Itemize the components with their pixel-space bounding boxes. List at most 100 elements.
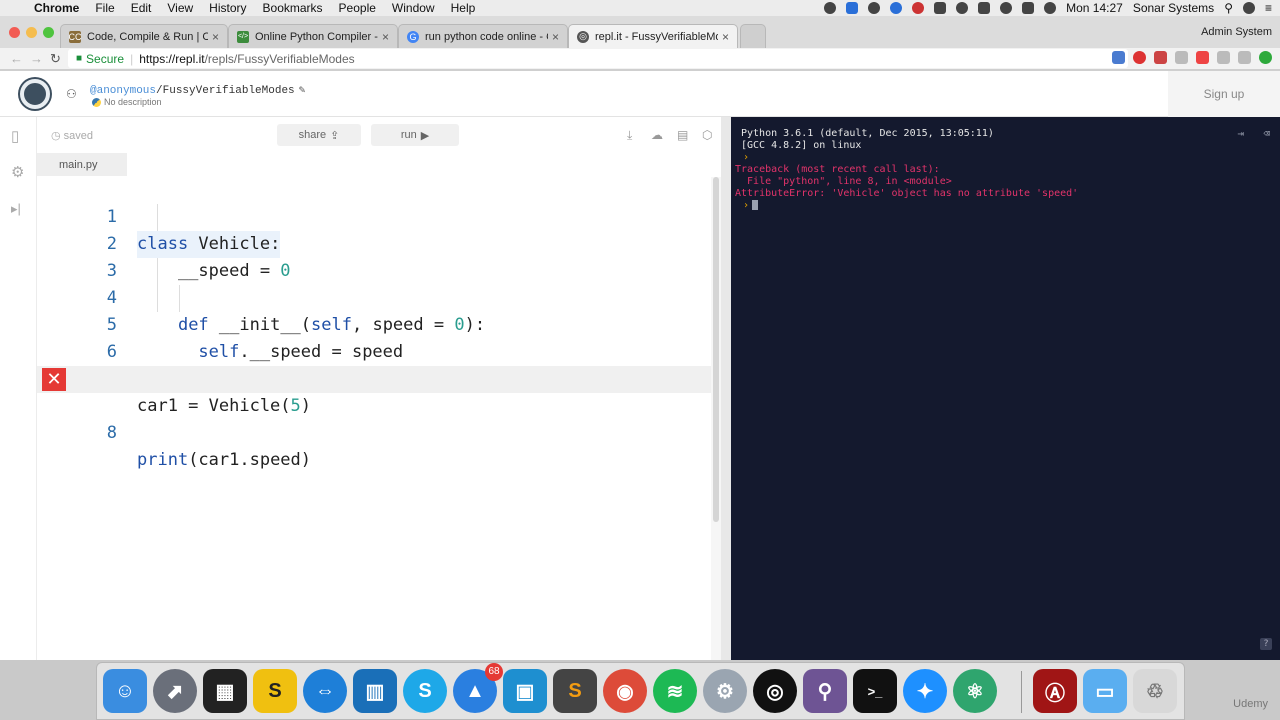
finder-icon[interactable]: ☺ — [103, 669, 147, 713]
close-icon[interactable]: × — [722, 30, 729, 44]
code-line[interactable]: 4 def __init__(self, speed = 0): — [37, 258, 711, 335]
app-icon[interactable]: ▣ — [503, 669, 547, 713]
skype-icon[interactable]: S — [403, 669, 447, 713]
menu-people[interactable]: People — [339, 1, 376, 15]
clock[interactable]: Mon 14:27 — [1066, 1, 1123, 15]
user-name[interactable]: Sonar Systems — [1133, 1, 1214, 15]
browser-tab[interactable]: CC Code, Compile & Run | CodeCh × — [60, 24, 228, 48]
download-icon[interactable]: ⤓ — [627, 128, 632, 143]
menu-file[interactable]: File — [95, 1, 114, 15]
code-line[interactable]: 3 — [37, 231, 711, 281]
menu-view[interactable]: View — [167, 1, 193, 15]
clear-console-icon[interactable]: ⌫ — [1263, 127, 1270, 140]
console-input[interactable]: › — [743, 200, 759, 211]
siri-icon[interactable] — [1242, 2, 1255, 14]
browser-tab[interactable]: </> Online Python Compiler - Onli × — [228, 24, 398, 48]
spotlight-icon[interactable]: ⚲ — [1224, 1, 1233, 15]
status-app-icon[interactable] — [912, 2, 925, 14]
share-button[interactable]: share ⇪ — [277, 124, 361, 146]
eject-icon[interactable] — [1022, 2, 1035, 14]
sublime-text-icon[interactable]: S — [553, 669, 597, 713]
code-area[interactable]: 1 class Vehicle: 2 __speed = 0 3 4 def _… — [37, 177, 711, 660]
downloads-folder-icon[interactable]: ▭ — [1083, 669, 1127, 713]
package-icon[interactable]: ⬡ — [702, 128, 712, 142]
zoom-window-button[interactable] — [43, 27, 54, 38]
cloud-upload-icon[interactable]: ☁ — [651, 128, 663, 142]
opera-icon[interactable] — [1133, 51, 1146, 64]
close-icon[interactable]: × — [212, 30, 219, 44]
status-app-icon[interactable] — [890, 2, 903, 14]
wifi-icon[interactable] — [1000, 2, 1013, 14]
extension-icon[interactable] — [1259, 51, 1272, 64]
files-icon[interactable]: ▯ — [11, 127, 19, 145]
time-machine-icon[interactable] — [956, 2, 969, 14]
save-file-icon[interactable]: ▤ — [677, 128, 688, 142]
help-icon[interactable]: ? — [1260, 638, 1272, 650]
run-panel-icon[interactable]: ▸| — [11, 201, 21, 217]
scrivener-icon[interactable]: S — [253, 669, 297, 713]
status-app-icon[interactable] — [846, 2, 859, 14]
activity-monitor-icon[interactable]: ▦ — [203, 669, 247, 713]
exit-icon[interactable]: ⇥ — [1237, 127, 1244, 140]
obs-icon[interactable]: ◎ — [753, 669, 797, 713]
notification-center-icon[interactable]: ≡ — [1265, 1, 1272, 15]
minimize-window-button[interactable] — [26, 27, 37, 38]
browser-tab[interactable]: G run python code online - Goog × — [398, 24, 568, 48]
trello-icon[interactable]: ▥ — [353, 669, 397, 713]
menu-bookmarks[interactable]: Bookmarks — [263, 1, 323, 15]
extension-icon[interactable] — [1238, 51, 1251, 64]
code-line[interactable]: 6 — [37, 312, 711, 362]
back-icon[interactable]: ← — [10, 51, 23, 66]
reload-icon[interactable]: ↻ — [50, 51, 61, 67]
atom-icon[interactable]: ⚛ — [953, 669, 997, 713]
launchpad-icon[interactable]: ⬈ — [153, 669, 197, 713]
console-pane[interactable]: Python 3.6.1 (default, Dec 2015, 13:05:1… — [731, 117, 1280, 660]
volume-icon[interactable] — [1044, 2, 1057, 14]
run-button[interactable]: run ▶ — [371, 124, 459, 146]
signup-button[interactable]: Sign up — [1168, 71, 1280, 117]
code-line[interactable]: 7 car1 = Vehicle(5) — [37, 339, 711, 416]
settings-gear-icon[interactable]: ⚙ — [11, 163, 24, 181]
menu-app-name[interactable]: Chrome — [34, 1, 79, 15]
safari-icon[interactable]: ✦ — [903, 669, 947, 713]
forward-icon[interactable]: → — [30, 51, 43, 66]
close-window-button[interactable] — [9, 27, 20, 38]
pane-resize-handle[interactable] — [721, 117, 731, 660]
repl-owner-link[interactable]: @anonymous — [90, 85, 156, 97]
system-preferences-icon[interactable]: ⚙ — [703, 669, 747, 713]
code-line-active[interactable]: ✕ 8 print(car1.speed) — [37, 366, 711, 470]
code-line[interactable]: 2 __speed = 0 — [37, 204, 711, 281]
code-line[interactable]: 1 class Vehicle: — [37, 177, 711, 258]
new-tab-button[interactable] — [740, 24, 766, 48]
close-icon[interactable]: × — [382, 30, 389, 44]
trash-icon[interactable]: ♲ — [1133, 669, 1177, 713]
error-x-icon[interactable]: ✕ — [42, 368, 66, 391]
cloud-icon[interactable] — [868, 2, 881, 14]
description-text[interactable]: No description — [104, 97, 162, 107]
chrome-icon[interactable]: ◉ — [603, 669, 647, 713]
browser-tab-active[interactable]: ◎ repl.it - FussyVerifiableModes × — [568, 24, 738, 48]
editor-scrollbar-thumb[interactable] — [713, 177, 719, 522]
menu-edit[interactable]: Edit — [131, 1, 152, 15]
code-line[interactable]: 5 self.__speed = speed — [37, 285, 711, 362]
spotify-icon[interactable]: ≋ — [653, 669, 697, 713]
extension-icon[interactable] — [1175, 51, 1188, 64]
status-app-icon[interactable] — [824, 2, 837, 14]
extension-icon[interactable] — [1112, 51, 1125, 64]
airmail-icon[interactable]: ▲ 68 — [453, 663, 503, 713]
acrobat-icon[interactable]: Ⓐ — [1033, 669, 1077, 713]
address-bar[interactable]: ■ Secure | https://repl.it /repls/FussyV… — [68, 49, 1128, 68]
close-icon[interactable]: × — [552, 30, 559, 44]
edit-pencil-icon[interactable]: ✎ — [299, 85, 306, 97]
extension-icon[interactable] — [1154, 51, 1167, 64]
terminal-icon[interactable]: >_ — [853, 669, 897, 713]
github-desktop-icon[interactable]: ⚲ — [803, 669, 847, 713]
extension-icon[interactable] — [1196, 51, 1209, 64]
repl-name[interactable]: FussyVerifiableModes — [163, 85, 295, 97]
menu-history[interactable]: History — [209, 1, 246, 15]
bluetooth-icon[interactable] — [978, 2, 991, 14]
menu-help[interactable]: Help — [451, 1, 476, 15]
extension-icon[interactable] — [1217, 51, 1230, 64]
status-app-icon[interactable] — [934, 2, 947, 14]
menu-window[interactable]: Window — [392, 1, 435, 15]
